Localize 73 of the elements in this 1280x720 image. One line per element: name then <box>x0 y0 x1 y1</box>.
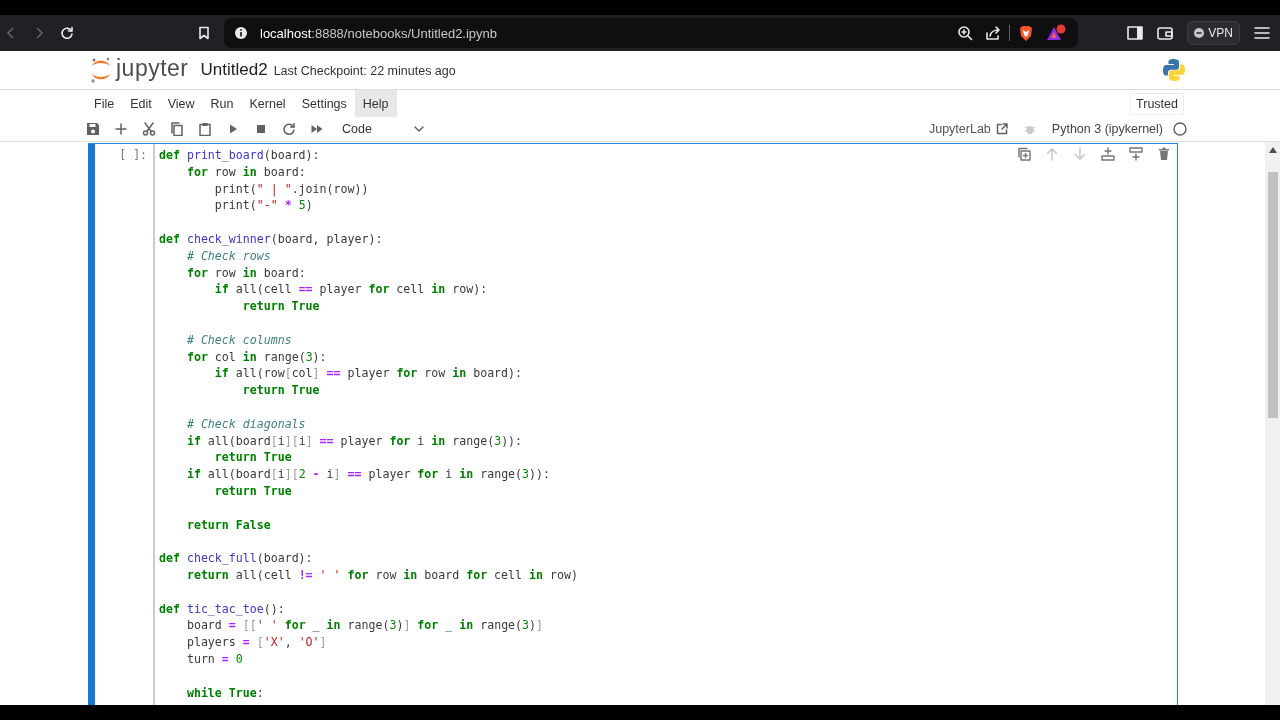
code-line: return True <box>241 382 321 399</box>
info-icon <box>234 26 248 40</box>
copy-icon[interactable] <box>170 122 184 136</box>
menu-item[interactable]: Kernel <box>241 90 294 117</box>
code-line: # Check rows <box>185 247 272 265</box>
stop-icon[interactable] <box>254 122 268 136</box>
code-line: return True <box>213 482 293 500</box>
code-line: print(" | ".join(row)) <box>213 180 370 198</box>
vpn-status-icon <box>1194 28 1205 38</box>
code-line: return all(cell != ' ' for row in board for cell in row) <box>185 566 578 584</box>
code-line: print("-" * 5) <box>213 197 314 215</box>
url-text: localhost:8888/notebooks/Untitled2.ipynb <box>260 25 498 41</box>
scroll-up-icon[interactable] <box>1268 147 1277 153</box>
menu-item[interactable]: Edit <box>122 90 160 117</box>
code-line: if all(board[i][i] == player for i in range(3)): <box>185 432 524 450</box>
insert-above-icon[interactable] <box>1101 147 1115 161</box>
code-line: for col in range(3): <box>185 348 328 366</box>
clipboard-icon[interactable] <box>198 122 212 136</box>
jupyterlab-link[interactable]: JupyterLab <box>928 122 1008 136</box>
code-line: if all(row[col] == player for row in board): <box>213 365 524 383</box>
trusted-button[interactable]: Trusted <box>1130 92 1184 115</box>
notebook-title[interactable]: Untitled2 <box>200 60 268 80</box>
duplicate-icon[interactable] <box>1017 147 1031 161</box>
vpn-button[interactable]: VPN <box>1187 21 1240 45</box>
code-line: return True <box>213 449 293 467</box>
insert-below-icon[interactable] <box>1129 147 1143 161</box>
code-line: def check_full(board): <box>159 550 314 567</box>
kernel-name[interactable]: Python 3 (ipykernel) <box>1051 122 1163 136</box>
code-line: for row in board: <box>185 163 307 181</box>
delete-icon[interactable] <box>1157 147 1171 161</box>
scrollbar-thumb[interactable] <box>1267 172 1278 418</box>
menu-item[interactable]: File <box>86 90 123 117</box>
share-icon[interactable] <box>985 25 1001 41</box>
lion-shield-icon[interactable] <box>1018 24 1034 42</box>
code-line: return False <box>185 516 272 534</box>
menu-icon[interactable] <box>1254 26 1270 40</box>
add-icon[interactable] <box>114 122 128 136</box>
python-logo-icon <box>1162 58 1186 82</box>
code-line: if all(board[i][2 - i] == player for i in range(3)): <box>185 466 552 483</box>
chevron-down-icon <box>413 126 424 132</box>
code-line: players = ['X', 'O'] <box>185 634 328 651</box>
save-icon[interactable] <box>86 122 100 136</box>
jupyter-wordmark[interactable]: jupyter <box>116 54 189 82</box>
code-line: turn = 0 <box>185 650 244 668</box>
code-line: def check_winner(board, player): <box>159 231 384 248</box>
address-bar[interactable]: localhost:8888/notebooks/Untitled2.ipynb <box>224 18 1078 48</box>
reload-icon[interactable] <box>60 26 74 40</box>
sidebar-icon[interactable] <box>1127 26 1144 40</box>
scrollbar[interactable] <box>1265 142 1280 705</box>
code-line: if all(cell == player for cell in row): <box>213 281 489 299</box>
code-line: while True: <box>185 684 265 702</box>
jupyter-logo-icon <box>90 57 112 83</box>
code-line: for row in board: <box>185 264 307 282</box>
menu-item[interactable]: Help <box>354 90 397 117</box>
code-line: return True <box>241 298 321 315</box>
restart-icon[interactable] <box>282 122 296 136</box>
code-line: def print_board(board): <box>159 147 321 164</box>
code-line: # Check diagonals <box>185 415 307 433</box>
code-line: # Check columns <box>185 331 293 349</box>
code-line: board = [[' ' for _ in range(3)] for _ in range(3)] <box>185 617 545 635</box>
menu-item[interactable]: Settings <box>293 90 355 117</box>
cell-type-dropdown[interactable]: Code <box>338 122 424 136</box>
code-line: def tic_tac_toe(): <box>159 600 286 618</box>
menu-item[interactable]: Run <box>202 90 242 117</box>
fast-forward-icon[interactable] <box>310 122 324 136</box>
wallet-icon[interactable] <box>1157 26 1174 40</box>
triangle-badge-icon[interactable] <box>1046 24 1066 42</box>
external-link-icon <box>995 123 1008 135</box>
zoom-icon[interactable] <box>957 25 973 41</box>
bookmark-icon[interactable] <box>198 26 210 40</box>
menu-item[interactable]: View <box>159 90 203 117</box>
scissors-icon[interactable] <box>142 122 156 136</box>
checkpoint-text: Last Checkpoint: 22 minutes ago <box>273 64 456 78</box>
